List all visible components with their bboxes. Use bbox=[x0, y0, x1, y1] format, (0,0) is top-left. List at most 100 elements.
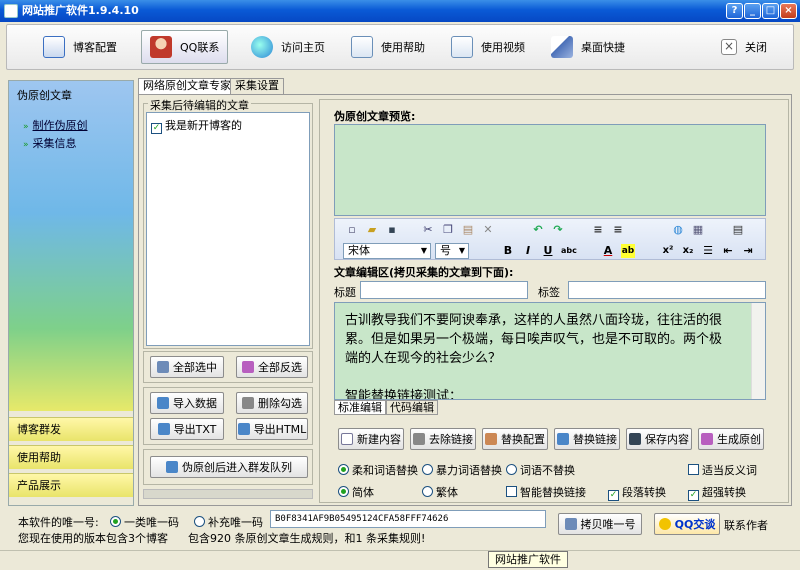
radio[interactable] bbox=[506, 464, 517, 475]
radio[interactable] bbox=[422, 464, 433, 475]
new-doc-icon[interactable]: ▫ bbox=[345, 223, 359, 237]
close-button[interactable]: × 关闭 bbox=[713, 30, 775, 64]
select-all-button[interactable]: 全部选中 bbox=[150, 356, 224, 378]
title-bar[interactable]: 网站推广软件1.9.4.10 ? _ □ × bbox=[0, 0, 800, 22]
open-folder-icon[interactable]: ▰ bbox=[365, 223, 379, 237]
ordered-list-icon[interactable]: ☰ bbox=[701, 244, 715, 258]
indent-icon[interactable]: ⇥ bbox=[741, 244, 755, 258]
toolbar-label: 使用视频 bbox=[481, 41, 525, 54]
blog-config-button[interactable]: 博客配置 bbox=[35, 30, 125, 64]
size-select[interactable]: 号 ▼ bbox=[435, 243, 469, 259]
radio[interactable] bbox=[110, 516, 121, 527]
uid-type-supplement[interactable]: 补充唯一码 bbox=[194, 514, 263, 530]
close-icon: × bbox=[721, 39, 737, 55]
queue-button[interactable]: 伪原创后进入群发队列 bbox=[150, 456, 308, 478]
option-label: 超强转换 bbox=[702, 486, 746, 499]
import-button[interactable]: 导入数据 bbox=[150, 392, 224, 414]
close-window-button[interactable]: × bbox=[780, 3, 797, 19]
redo-icon[interactable]: ↷ bbox=[551, 223, 565, 237]
preview-area[interactable] bbox=[334, 124, 766, 216]
align-justify-icon[interactable]: ≡ bbox=[591, 223, 605, 237]
editor-scrollbar[interactable] bbox=[751, 303, 765, 399]
option-smart-links[interactable]: 智能替换链接 bbox=[506, 484, 586, 500]
paste-icon[interactable]: ▤ bbox=[461, 223, 475, 237]
list-item[interactable]: ✓ 我是新开博客的 bbox=[147, 113, 309, 138]
option-traditional[interactable]: 繁体 bbox=[422, 484, 458, 500]
copy-uid-button[interactable]: 拷贝唯一号 bbox=[558, 513, 642, 535]
link-icon[interactable]: ◍ bbox=[671, 223, 685, 237]
highlight-icon[interactable]: ab bbox=[621, 244, 635, 258]
new-content-button[interactable]: 新建内容 bbox=[338, 428, 404, 450]
qq-contact-button[interactable]: QQ联系 bbox=[141, 30, 229, 64]
tab-original-expert[interactable]: 网络原创文章专家 bbox=[138, 78, 236, 95]
radio[interactable] bbox=[338, 486, 349, 497]
delete-icon[interactable]: ✕ bbox=[481, 223, 495, 237]
replace-links-button[interactable]: 替换链接 bbox=[554, 428, 620, 450]
tag-input[interactable] bbox=[568, 281, 766, 299]
remove-links-button[interactable]: 去除链接 bbox=[410, 428, 476, 450]
desktop-shortcut-button[interactable]: 桌面快捷 bbox=[543, 30, 633, 64]
checkbox[interactable] bbox=[506, 486, 517, 497]
outdent-icon[interactable]: ⇤ bbox=[721, 244, 735, 258]
button-label: 替换链接 bbox=[573, 433, 617, 446]
article-list[interactable]: ✓ 我是新开博客的 bbox=[146, 112, 310, 346]
italic-icon[interactable]: I bbox=[521, 244, 535, 258]
option-antonym[interactable]: 适当反义词 bbox=[688, 462, 757, 478]
bold-icon[interactable]: B bbox=[501, 244, 515, 258]
sidebar-section-blog[interactable]: 博客群发 bbox=[9, 417, 133, 441]
option-no-replace[interactable]: 词语不替换 bbox=[506, 462, 575, 478]
generate-original-button[interactable]: 生成原创 bbox=[698, 428, 764, 450]
source-icon[interactable]: ▤ bbox=[731, 223, 745, 237]
tab-code-edit[interactable]: 代码编辑 bbox=[386, 400, 438, 415]
export-html-button[interactable]: 导出HTML bbox=[236, 418, 308, 440]
radio[interactable] bbox=[338, 464, 349, 475]
save-icon[interactable]: ▪ bbox=[385, 223, 399, 237]
save-content-button[interactable]: 保存内容 bbox=[626, 428, 692, 450]
checkbox[interactable]: ✓ bbox=[151, 123, 162, 134]
option-paragraph[interactable]: ✓ 段落转换 bbox=[608, 484, 666, 501]
uid-type-primary[interactable]: 一类唯一码 bbox=[110, 514, 179, 530]
sidebar-section-products[interactable]: 产品展示 bbox=[9, 473, 133, 497]
font-color-icon[interactable]: A bbox=[601, 244, 615, 258]
superscript-icon[interactable]: x² bbox=[661, 244, 675, 258]
invert-select-button[interactable]: 全部反选 bbox=[236, 356, 308, 378]
maximize-button[interactable]: □ bbox=[762, 3, 779, 19]
radio[interactable] bbox=[422, 486, 433, 497]
article-editor[interactable]: 古训教导我们不要阿谀奉承，这样的人虽然八面玲珑，往往活的很 累。但是如果另一个极… bbox=[334, 302, 766, 400]
sidebar-section-help[interactable]: 使用帮助 bbox=[9, 445, 133, 469]
strike-icon[interactable]: abc bbox=[561, 244, 577, 258]
checkbox[interactable] bbox=[688, 464, 699, 475]
radio[interactable] bbox=[194, 516, 205, 527]
font-select[interactable]: 宋体 ▼ bbox=[343, 243, 431, 259]
qq-chat-button[interactable]: QQ交谈 bbox=[654, 513, 720, 535]
underline-icon[interactable]: U bbox=[541, 244, 555, 258]
visit-homepage-button[interactable]: 访问主页 bbox=[243, 30, 333, 64]
export-txt-button[interactable]: 导出TXT bbox=[150, 418, 224, 440]
checkbox[interactable]: ✓ bbox=[608, 490, 619, 501]
align-left-icon[interactable]: ≡ bbox=[611, 223, 625, 237]
uid-value[interactable]: B0F8341AF9B05495124CFA58FFF74626 bbox=[270, 510, 546, 528]
tab-standard-edit[interactable]: 标准编辑 bbox=[334, 400, 386, 415]
minimize-button[interactable]: _ bbox=[744, 3, 761, 19]
tab-collect-settings[interactable]: 采集设置 bbox=[230, 78, 284, 94]
delete-checked-button[interactable]: 删除勾选 bbox=[236, 392, 308, 414]
video-button[interactable]: 使用视频 bbox=[443, 30, 533, 64]
data-group: 导入数据 删除勾选 导出TXT 导出HTML bbox=[143, 387, 313, 445]
checkbox[interactable]: ✓ bbox=[688, 490, 699, 501]
replace-config-button[interactable]: 替换配置 bbox=[482, 428, 548, 450]
option-force-replace[interactable]: 暴力词语替换 bbox=[422, 462, 502, 478]
table-icon[interactable]: ▦ bbox=[691, 223, 705, 237]
help-icon[interactable]: ? bbox=[726, 3, 743, 19]
eraser-icon bbox=[242, 397, 254, 409]
subscript-icon[interactable]: x₂ bbox=[681, 244, 695, 258]
sidebar-item-make-pseudo[interactable]: » 制作伪原创 bbox=[23, 117, 88, 133]
title-input[interactable] bbox=[360, 281, 528, 299]
option-simplified[interactable]: 简体 bbox=[338, 484, 374, 500]
cut-icon[interactable]: ✂ bbox=[421, 223, 435, 237]
option-soft-replace[interactable]: 柔和词语替换 bbox=[338, 462, 418, 478]
option-super-convert[interactable]: ✓ 超强转换 bbox=[688, 484, 746, 501]
help-button[interactable]: 使用帮助 bbox=[343, 30, 433, 64]
copy-icon[interactable]: ❐ bbox=[441, 223, 455, 237]
undo-icon[interactable]: ↶ bbox=[531, 223, 545, 237]
sidebar-item-collect[interactable]: » 采集信息 bbox=[23, 135, 77, 151]
